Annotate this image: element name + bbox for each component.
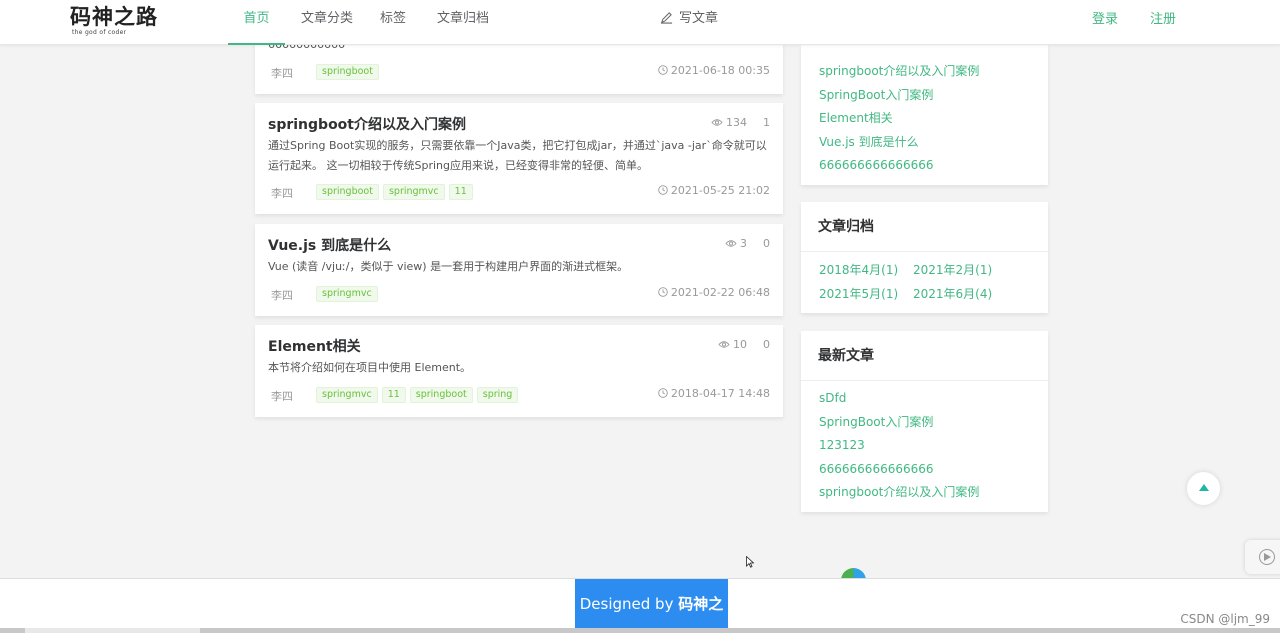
clock-icon (658, 65, 668, 75)
write-article-label: 写文章 (679, 11, 719, 26)
tag-badge[interactable]: spring (476, 387, 519, 403)
tag-badge[interactable]: 11 (448, 184, 473, 200)
tag-badge[interactable]: springboot (316, 184, 379, 200)
article-tags: springboot (316, 64, 379, 80)
date-text: 2021-05-25 21:02 (670, 184, 770, 197)
article-summary: 通过Spring Boot实现的服务，只需要依靠一个Java类，把它打包成jar… (268, 139, 767, 172)
clock-icon (658, 388, 668, 398)
csdn-watermark: CSDN @ljm_99 (1180, 612, 1270, 626)
top-header: 码神之路 the god of coder 首页 文章分类 标签 文章归档 写文… (0, 0, 1280, 45)
archive-link[interactable]: 2021年5月(1) (819, 283, 913, 307)
article-tags: springboot springmvc 11 (316, 184, 473, 200)
eye-icon (711, 119, 723, 126)
article-summary: Vue (读音 /vjuː/，类似于 view) 是一套用于构建用户界面的渐进式… (268, 260, 629, 273)
latest-article-link[interactable]: SpringBoot入门案例 (801, 411, 1048, 435)
hot-article-link[interactable]: 666666666666666 (801, 154, 1048, 178)
page-footer: Designed by 码神之路 CSDN @ljm_99 (0, 578, 1280, 633)
taskbar-segment (25, 628, 200, 633)
article-date: 2021-02-22 06:48 (658, 286, 770, 299)
hot-article-link[interactable]: springboot介绍以及入门案例 (801, 60, 1048, 84)
site-logo[interactable]: 码神之路 the god of coder (70, 4, 165, 40)
latest-list: sDfd SpringBoot入门案例 123123 6666666666666… (801, 381, 1048, 505)
write-article-button[interactable]: 写文章 (660, 0, 718, 38)
mouse-cursor-icon (746, 556, 754, 568)
comment-count: 1 (763, 116, 770, 129)
hot-articles-panel: springboot介绍以及入门案例 SpringBoot入门案例 Elemen… (801, 45, 1048, 185)
footer-designed-by: Designed by (579, 595, 674, 613)
date-text: 2021-06-18 00:35 (670, 64, 770, 77)
latest-article-link[interactable]: 666666666666666 (801, 458, 1048, 482)
login-link[interactable]: 登录 (1092, 0, 1118, 40)
article-date: 2018-04-17 14:48 (658, 387, 770, 400)
article-author: 李四 (271, 289, 293, 302)
article-card[interactable]: Element相关 10 0 本节将介绍如何在项目中使用 Element。 李四 … (255, 325, 783, 417)
article-title[interactable]: Vue.js 到底是什么 (268, 235, 391, 255)
latest-article-link[interactable]: springboot介绍以及入门案例 (801, 481, 1048, 505)
article-author: 李四 (271, 187, 293, 200)
article-date: 2021-05-25 21:02 (658, 184, 770, 197)
view-count: 134 (726, 116, 747, 129)
archive-link[interactable]: 2018年4月(1) (819, 259, 913, 283)
archive-link[interactable]: 2021年6月(4) (913, 283, 1023, 307)
comment-count: 0 (763, 237, 770, 250)
article-summary: 本节将介绍如何在项目中使用 Element。 (268, 361, 472, 374)
back-to-top-button[interactable] (1187, 472, 1220, 505)
hot-article-link[interactable]: SpringBoot入门案例 (801, 84, 1048, 108)
article-stats: 134 1 (711, 116, 770, 129)
tag-badge[interactable]: 11 (381, 387, 406, 403)
latest-title: 最新文章 (801, 331, 1048, 381)
nav-archives[interactable]: 文章归档 (437, 0, 489, 45)
article-card[interactable]: Vue.js 到底是什么 30 Vue (读音 /vjuː/，类似于 view)… (255, 224, 783, 316)
hot-article-link[interactable]: Element相关 (801, 107, 1048, 131)
latest-articles-panel: 最新文章 sDfd SpringBoot入门案例 123123 66666666… (801, 331, 1048, 512)
article-title[interactable]: Element相关 (268, 336, 361, 356)
nav-categories[interactable]: 文章分类 (301, 0, 353, 45)
article-author: 李四 (271, 390, 293, 403)
archive-link[interactable]: 2021年2月(1) (913, 259, 1023, 283)
view-count: 10 (733, 338, 747, 351)
article-stats: 10 0 (718, 338, 770, 351)
article-tags: springmvc 11 springboot spring (316, 387, 519, 403)
archive-panel: 文章归档 2018年4月(1) 2021年2月(1) 2021年5月(1) 20… (801, 202, 1048, 313)
date-text: 2018-04-17 14:48 (670, 387, 770, 400)
article-title[interactable]: springboot介绍以及入门案例 (268, 114, 466, 134)
article-card[interactable]: springboot介绍以及入门案例 134 1 通过Spring Boot实现的… (255, 103, 783, 214)
tag-badge[interactable]: springmvc (316, 286, 378, 302)
latest-article-link[interactable]: 123123 (801, 434, 1048, 458)
eye-icon (718, 341, 730, 348)
tag-badge[interactable]: springmvc (382, 184, 445, 200)
play-widget-button[interactable] (1245, 540, 1280, 574)
play-icon (1259, 549, 1275, 565)
comment-count: 0 (763, 338, 770, 351)
footer-credit: Designed by 码神之路 (575, 579, 728, 629)
nav-home[interactable]: 首页 (228, 0, 285, 45)
archive-list: 2018年4月(1) 2021年2月(1) 2021年5月(1) 2021年6月… (801, 252, 1048, 306)
nav-tags[interactable]: 标签 (380, 0, 406, 45)
archive-title: 文章归档 (801, 202, 1048, 252)
logo-subtitle: the god of coder (72, 29, 127, 36)
article-date: 2021-06-18 00:35 (658, 64, 770, 77)
article-stats: 30 (725, 237, 770, 250)
view-count: 3 (740, 237, 747, 250)
latest-article-link[interactable]: sDfd (801, 387, 1048, 411)
clock-icon (658, 185, 668, 195)
register-link[interactable]: 注册 (1150, 0, 1176, 40)
tag-badge[interactable]: springmvc (316, 387, 378, 403)
eye-icon (725, 240, 737, 247)
date-text: 2021-02-22 06:48 (670, 286, 770, 299)
hot-article-link[interactable]: Vue.js 到底是什么 (801, 131, 1048, 155)
article-author: 李四 (271, 67, 293, 80)
tag-badge[interactable]: springboot (409, 387, 473, 403)
edit-icon (660, 12, 673, 24)
article-tags: springmvc (316, 286, 378, 302)
clock-icon (658, 287, 668, 297)
logo-text: 码神之路 (70, 5, 158, 29)
tag-badge[interactable]: springboot (316, 64, 379, 80)
